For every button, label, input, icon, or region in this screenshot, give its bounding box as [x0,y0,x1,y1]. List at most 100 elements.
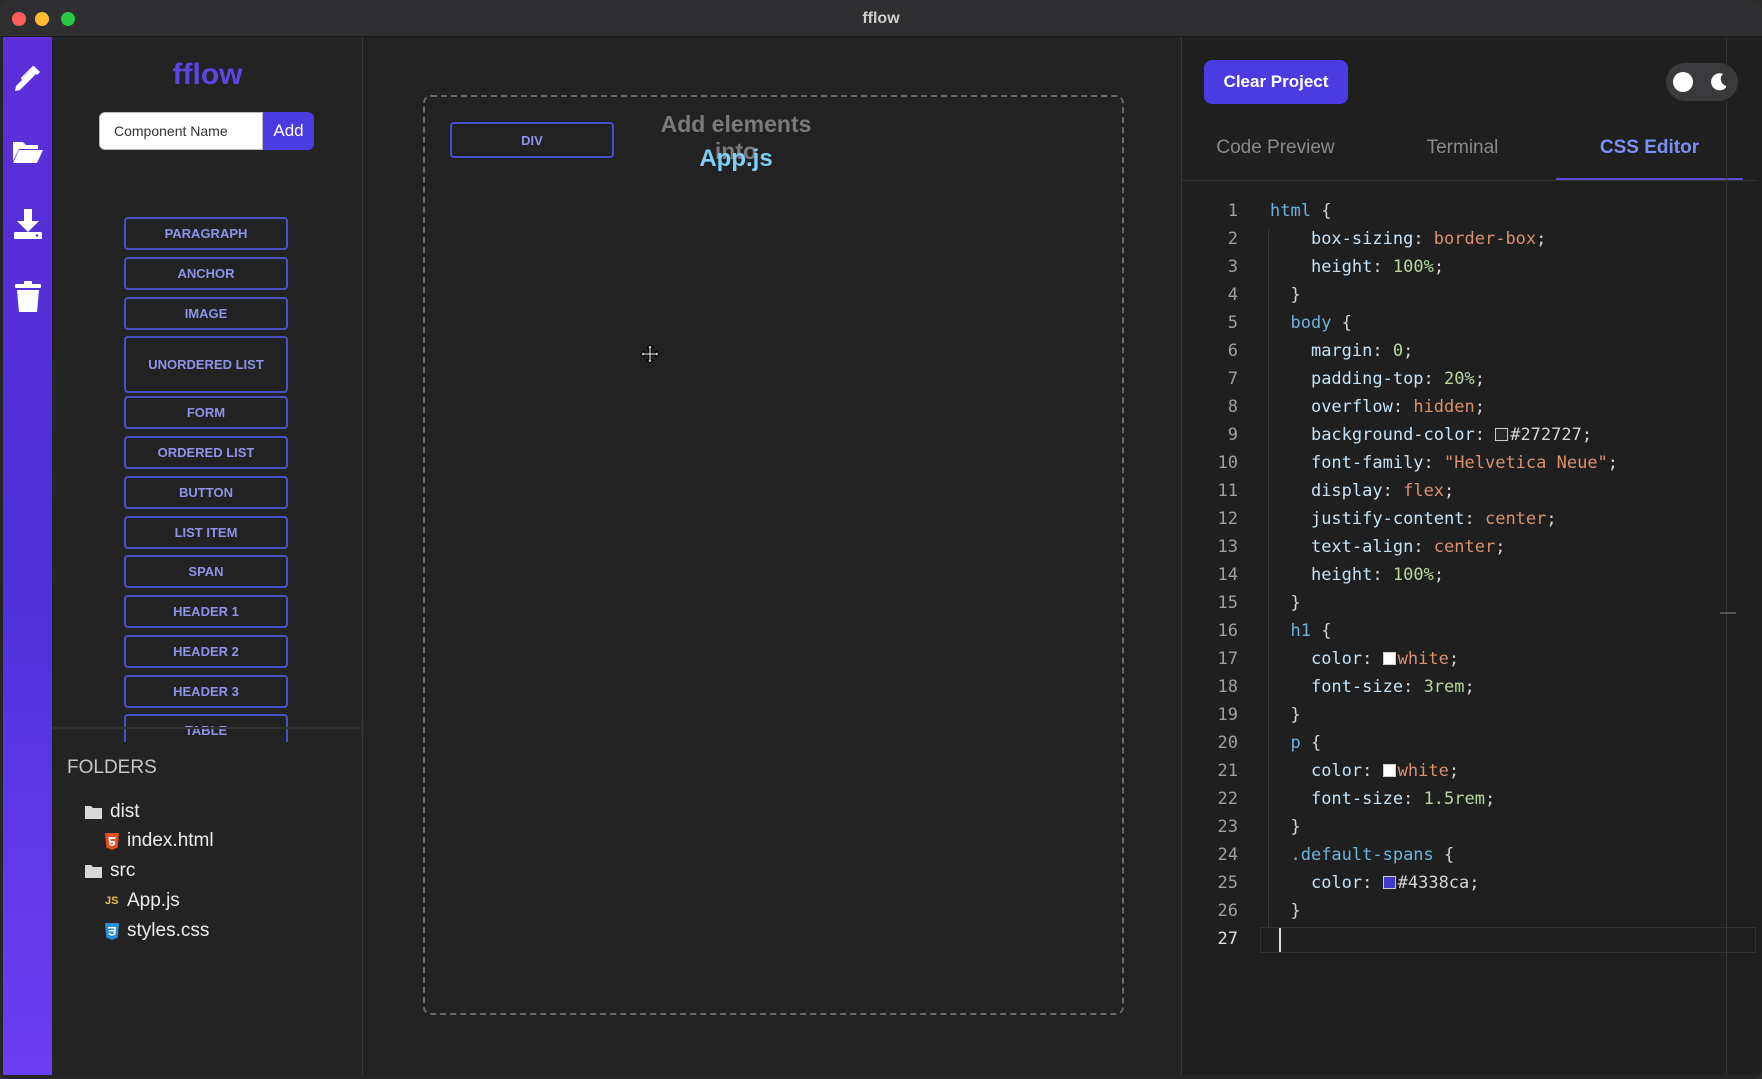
code-line[interactable]: justify-content: center; [1270,509,1557,529]
line-number: 20 [1217,733,1238,753]
javascript-icon: JS [105,895,119,907]
canvas-area: DIV Add elements into App.js [363,37,1181,1075]
theme-toggle[interactable] [1666,63,1738,101]
line-number: 9 [1227,425,1238,445]
left-sidebar: fflow Add PARAGRAPH ANCHOR IMAGE UNORDER… [52,37,363,1075]
right-panel: Clear Project Code Preview Terminal CSS … [1181,37,1762,1075]
drop-zone[interactable]: DIV Add elements into App.js [423,95,1124,1015]
code-line[interactable]: color: white; [1270,761,1459,781]
app-window: fflow fflow Add PARAGRAPH ANCHOR IMAGE U… [0,0,1762,1079]
element-form-button[interactable]: FORM [124,396,288,429]
div-element[interactable]: DIV [450,122,614,158]
design-tools-icon[interactable] [11,61,45,95]
tab-terminal[interactable]: Terminal [1369,137,1556,174]
line-number: 12 [1217,509,1238,529]
element-unordered-list-button[interactable]: UNORDERED LIST [124,336,288,393]
code-line[interactable]: font-size: 3rem; [1270,677,1475,697]
code-line[interactable]: body { [1270,313,1351,333]
editor-scrollbar[interactable] [1726,37,1727,1075]
color-swatch[interactable] [1382,876,1396,889]
code-line[interactable]: p { [1270,733,1321,753]
tab-code-preview[interactable]: Code Preview [1182,137,1369,174]
folder-dist[interactable]: dist [85,801,140,823]
download-icon[interactable] [11,207,45,241]
line-number: 1 [1227,201,1238,221]
line-number: 16 [1217,621,1238,641]
line-number: 23 [1217,817,1238,837]
code-line[interactable]: } [1270,817,1300,837]
line-number: 6 [1227,341,1238,361]
code-line[interactable]: text-align: center; [1270,537,1506,557]
tab-css-editor[interactable]: CSS Editor [1556,137,1743,180]
element-image-button[interactable]: IMAGE [124,297,288,330]
code-line[interactable]: font-family: "Helvetica Neue"; [1270,453,1618,473]
code-line[interactable]: color: white; [1270,649,1459,669]
code-line[interactable]: overflow: hidden; [1270,397,1485,417]
line-number: 24 [1217,845,1238,865]
element-span-button[interactable]: SPAN [124,555,288,588]
line-number: 7 [1227,369,1238,389]
icon-rail [3,37,52,1075]
element-button-button[interactable]: BUTTON [124,476,288,509]
indent-guide [1268,229,1269,929]
file-index-html[interactable]: index.html [105,830,214,852]
color-swatch[interactable] [1495,428,1509,441]
code-line[interactable]: } [1270,285,1300,305]
code-line[interactable]: padding-top: 20%; [1270,369,1485,389]
text-caret [1279,928,1281,952]
element-header1-button[interactable]: HEADER 1 [124,595,288,628]
folder-name: src [110,860,136,881]
component-name-input[interactable] [99,112,263,150]
element-paragraph-button[interactable]: PARAGRAPH [124,217,288,250]
line-number: 2 [1227,229,1238,249]
code-line[interactable]: html { [1270,201,1331,221]
code-line[interactable]: font-size: 1.5rem; [1270,789,1495,809]
target-file-label: App.js [699,145,773,172]
line-number: 27 [1217,929,1238,949]
line-number: 22 [1217,789,1238,809]
code-line[interactable]: } [1270,593,1300,613]
html5-icon [105,832,119,850]
tab-divider [1182,180,1756,181]
code-line[interactable]: display: flex; [1270,481,1454,501]
code-line[interactable]: color: #4338ca; [1270,873,1480,893]
code-line[interactable]: background-color: #272727; [1270,425,1592,445]
line-number: 25 [1217,873,1238,893]
file-styles-css[interactable]: styles.css [105,920,209,942]
code-line[interactable]: .default-spans { [1270,845,1454,865]
line-number: 18 [1217,677,1238,697]
line-number: 8 [1227,397,1238,417]
color-swatch[interactable] [1382,764,1396,777]
folder-name: dist [110,801,140,822]
css-code-editor[interactable]: 1 html { 2 box-sizing: border-box; 3 height… [1182,185,1756,1075]
element-header3-button[interactable]: HEADER 3 [124,675,288,708]
code-line[interactable]: } [1270,901,1300,921]
element-ordered-list-button[interactable]: ORDERED LIST [124,436,288,469]
file-name: App.js [127,890,180,911]
code-line[interactable]: } [1270,705,1300,725]
file-app-js[interactable]: JS App.js [105,890,180,912]
window-title: fflow [862,10,900,27]
color-swatch[interactable] [1382,652,1396,665]
code-line[interactable]: margin: 0; [1270,341,1413,361]
folder-src[interactable]: src [85,860,135,882]
trash-icon[interactable] [11,280,45,314]
file-name: index.html [127,830,214,851]
clear-project-button[interactable]: Clear Project [1204,60,1348,104]
add-component-button[interactable]: Add [263,112,314,150]
code-line[interactable]: height: 100%; [1270,257,1444,277]
element-header2-button[interactable]: HEADER 2 [124,635,288,668]
element-list-item-button[interactable]: LIST ITEM [124,516,288,549]
element-palette: PARAGRAPH ANCHOR IMAGE UNORDERED LIST FO… [52,177,363,742]
code-line[interactable]: height: 100%; [1270,565,1444,585]
scrollbar-marker [1720,612,1736,614]
line-number: 15 [1217,593,1238,613]
element-anchor-button[interactable]: ANCHOR [124,257,288,290]
line-number: 3 [1227,257,1238,277]
folder-open-icon[interactable] [11,134,45,168]
line-number: 4 [1227,285,1238,305]
line-number: 10 [1217,453,1238,473]
file-name: styles.css [127,920,210,941]
code-line[interactable]: h1 { [1270,621,1331,641]
code-line[interactable]: box-sizing: border-box; [1270,229,1546,249]
